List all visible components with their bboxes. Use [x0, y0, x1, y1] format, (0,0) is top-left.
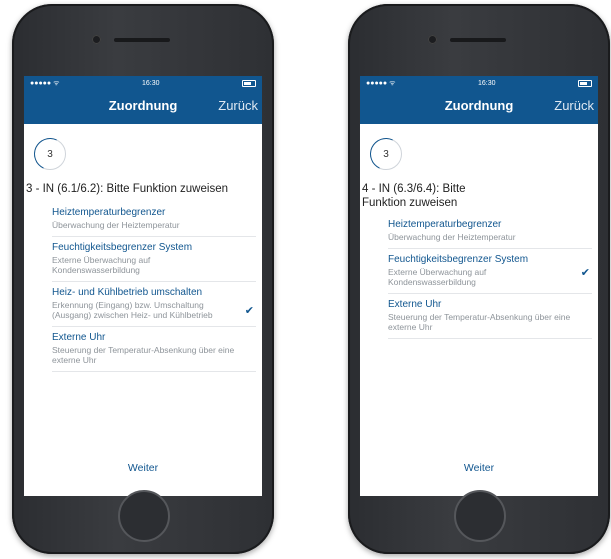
front-camera	[428, 35, 437, 44]
list-item[interactable]: Heiztemperaturbegrenzer Überwachung der …	[388, 214, 592, 249]
item-description: Überwachung der Heiztemperatur	[388, 232, 516, 242]
phone-right: ●●●●● ᯤ 16:30 Zuordnung Zurück 3 4 - IN …	[348, 4, 610, 554]
list-item[interactable]: Externe Uhr Steuerung der Temperatur-Abs…	[52, 327, 256, 372]
status-bar: ●●●●● ᯤ 16:30	[360, 76, 598, 90]
battery-icon	[241, 79, 256, 87]
signal-icon: ●●●●● ᯤ	[30, 79, 60, 87]
function-list: Heiztemperaturbegrenzer Überwachung der …	[52, 202, 256, 372]
checkmark-icon: ✔	[244, 304, 254, 317]
step-number: 3	[383, 148, 389, 160]
earpiece-speaker	[450, 38, 506, 42]
item-description: Externe Überwachung auf Kondenswasserbil…	[388, 266, 487, 288]
item-title: Feuchtigkeitsbegrenzer System	[388, 253, 529, 265]
nav-bar: Zuordnung Zurück	[360, 90, 598, 124]
status-bar: ●●●●● ᯤ 16:30	[24, 76, 262, 90]
list-item[interactable]: Heiztemperaturbegrenzer Überwachung der …	[52, 202, 256, 237]
item-title: Heiztemperaturbegrenzer	[388, 219, 502, 230]
item-title: Heiztemperaturbegrenzer	[52, 207, 166, 218]
list-item[interactable]: Externe Uhr Steuerung der Temperatur-Abs…	[388, 294, 592, 339]
status-time: 16:30	[477, 79, 496, 87]
home-button[interactable]	[118, 490, 170, 542]
item-title: Heiz- und Kühlbetrieb umschalten	[52, 286, 203, 298]
list-item-selected[interactable]: Heiz- und Kühlbetrieb umschalten Erkennu…	[52, 282, 256, 327]
step-indicator: 3	[34, 138, 66, 170]
nav-bar: Zuordnung Zurück	[24, 90, 262, 124]
list-item-selected[interactable]: Feuchtigkeitsbegrenzer System Externe Üb…	[388, 249, 592, 294]
item-description: Externe Überwachung auf Kondenswasserbil…	[52, 254, 151, 276]
item-title: Externe Uhr	[388, 298, 442, 310]
front-camera	[92, 35, 101, 44]
item-title: Feuchtigkeitsbegrenzer System	[52, 241, 193, 253]
home-button[interactable]	[454, 490, 506, 542]
back-button[interactable]: Zurück	[554, 98, 594, 113]
step-indicator: 3	[370, 138, 402, 170]
next-button[interactable]: Weiter	[24, 462, 262, 474]
item-description: Überwachung der Heiztemperatur	[52, 220, 180, 230]
battery-icon	[577, 79, 592, 87]
assignment-heading: 3 - IN (6.1/6.2): Bitte Funktion zuweise…	[26, 183, 228, 195]
signal-icon: ●●●●● ᯤ	[366, 79, 396, 87]
assignment-heading: 4 - IN (6.3/6.4): Bitte Funktion zuweise…	[362, 183, 466, 209]
item-description: Steuerung der Temperatur-Absenkung über …	[52, 344, 235, 366]
step-number: 3	[47, 148, 53, 160]
phone-left: ●●●●● ᯤ 16:30 Zuordnung Zurück 3 3 - IN …	[12, 4, 274, 554]
item-title: Externe Uhr	[52, 331, 106, 343]
checkmark-icon: ✔	[580, 266, 590, 279]
function-list: Heiztemperaturbegrenzer Überwachung der …	[388, 214, 592, 339]
screen-right: ●●●●● ᯤ 16:30 Zuordnung Zurück 3 4 - IN …	[360, 76, 598, 496]
back-button[interactable]: Zurück	[218, 98, 258, 113]
screen-left: ●●●●● ᯤ 16:30 Zuordnung Zurück 3 3 - IN …	[24, 76, 262, 496]
item-description: Steuerung der Temperatur-Absenkung über …	[388, 311, 571, 333]
next-button[interactable]: Weiter	[360, 462, 598, 474]
item-description: Erkennung (Eingang) bzw. Umschaltung (Au…	[52, 299, 213, 321]
list-item[interactable]: Feuchtigkeitsbegrenzer System Externe Üb…	[52, 237, 256, 282]
earpiece-speaker	[114, 38, 170, 42]
status-time: 16:30	[141, 79, 160, 87]
